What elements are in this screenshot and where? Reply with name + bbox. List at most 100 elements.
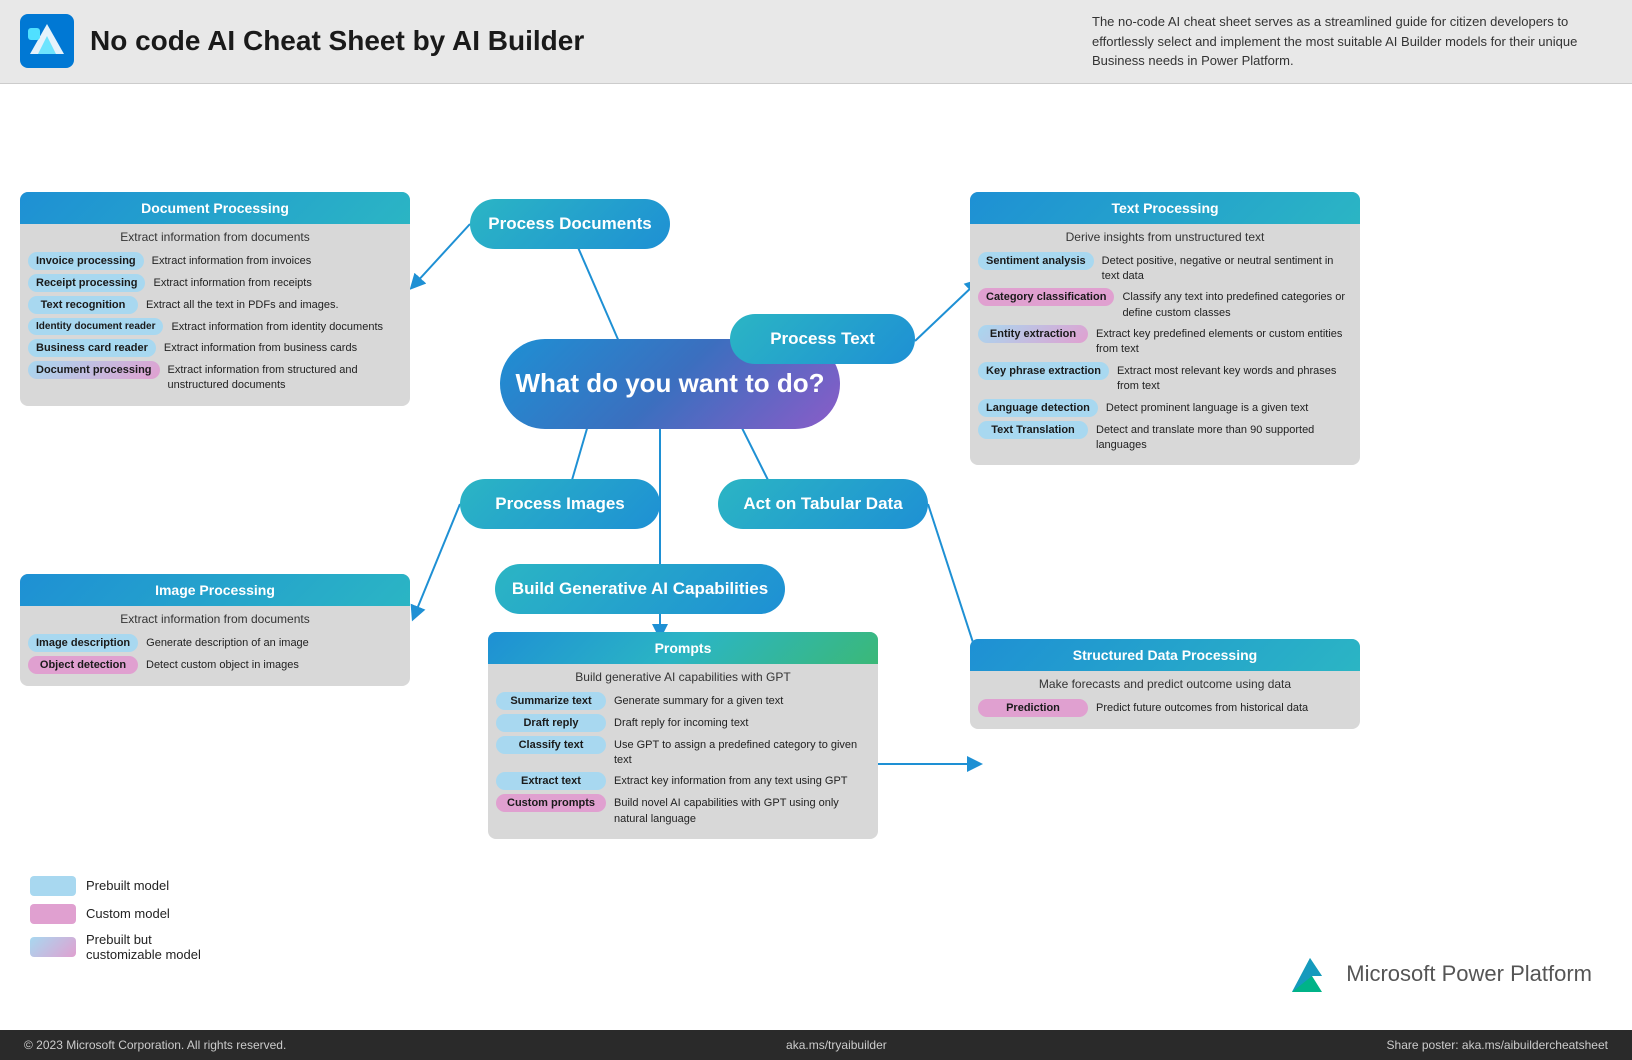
footer: © 2023 Microsoft Corporation. All rights… (0, 1030, 1632, 1060)
footer-link2: Share poster: aka.ms/aibuildercheatsheet (1387, 1038, 1608, 1052)
biz-card-desc: Extract information from business cards (164, 339, 357, 356)
classifytext-tag: Classify text (496, 736, 606, 754)
customizable-label: Prebuilt butcustomizable model (86, 932, 201, 962)
document-processing-panel: Document Processing Extract information … (20, 192, 410, 406)
list-item: Entity extraction Extract key predefined… (978, 325, 1352, 358)
text-panel-title: Text Processing (970, 192, 1360, 224)
texttranslate-desc: Detect and translate more than 90 suppor… (1096, 421, 1352, 454)
list-item: Invoice processing Extract information f… (28, 252, 402, 270)
text-processing-panel: Text Processing Derive insights from uns… (970, 192, 1360, 466)
text-panel-subtitle: Derive insights from unstructured text (970, 224, 1360, 248)
list-item: Key phrase extraction Extract most relev… (978, 362, 1352, 395)
category-tag: Category classification (978, 288, 1114, 306)
obj-detect-desc: Detect custom object in images (146, 656, 299, 673)
structured-panel-title: Structured Data Processing (970, 639, 1360, 671)
obj-detect-tag: Object detection (28, 656, 138, 674)
list-item: Text Translation Detect and translate mo… (978, 421, 1352, 454)
list-item: Image description Generate description o… (28, 634, 402, 652)
summarize-tag: Summarize text (496, 692, 606, 710)
receipt-processing-desc: Extract information from receipts (153, 274, 311, 291)
prompts-panel-rows: Summarize text Generate summary for a gi… (488, 688, 878, 840)
customprompts-desc: Build novel AI capabilities with GPT usi… (614, 794, 870, 827)
build-generative-bubble: Build Generative AI Capabilities (495, 564, 785, 614)
identity-doc-tag: Identity document reader (28, 318, 163, 335)
doc-processing-desc: Extract information from structured and … (168, 361, 402, 394)
text-panel-rows: Sentiment analysis Detect positive, nega… (970, 248, 1360, 466)
list-item: Object detection Detect custom object in… (28, 656, 402, 674)
draftreply-tag: Draft reply (496, 714, 606, 732)
receipt-processing-tag: Receipt processing (28, 274, 145, 292)
prediction-desc: Predict future outcomes from historical … (1096, 699, 1308, 716)
doc-panel-rows: Invoice processing Extract information f… (20, 248, 410, 406)
draftreply-desc: Draft reply for incoming text (614, 714, 749, 731)
structured-data-panel: Structured Data Processing Make forecast… (970, 639, 1360, 729)
list-item: Business card reader Extract information… (28, 339, 402, 357)
img-panel-title: Image Processing (20, 574, 410, 606)
invoice-processing-tag: Invoice processing (28, 252, 144, 270)
header: No code AI Cheat Sheet by AI Builder The… (0, 0, 1632, 84)
custom-swatch (30, 904, 76, 924)
extracttext-tag: Extract text (496, 772, 606, 790)
extracttext-desc: Extract key information from any text us… (614, 772, 848, 789)
image-processing-panel: Image Processing Extract information fro… (20, 574, 410, 686)
list-item: Identity document reader Extract informa… (28, 318, 402, 335)
page-title: No code AI Cheat Sheet by AI Builder (90, 25, 584, 57)
classifytext-desc: Use GPT to assign a predefined category … (614, 736, 870, 769)
legend-prebuilt: Prebuilt model (30, 876, 201, 896)
main-canvas: What do you want to do? Process Document… (0, 84, 1632, 1060)
process-text-bubble: Process Text (730, 314, 915, 364)
legend-customizable: Prebuilt butcustomizable model (30, 932, 201, 962)
category-desc: Classify any text into predefined catego… (1122, 288, 1352, 321)
doc-panel-title: Document Processing (20, 192, 410, 224)
texttranslate-tag: Text Translation (978, 421, 1088, 439)
list-item: Receipt processing Extract information f… (28, 274, 402, 292)
prediction-tag: Prediction (978, 699, 1088, 717)
customprompts-tag: Custom prompts (496, 794, 606, 812)
list-item: Language detection Detect prominent lang… (978, 399, 1352, 417)
doc-panel-subtitle: Extract information from documents (20, 224, 410, 248)
list-item: Prediction Predict future outcomes from … (978, 699, 1352, 717)
langdetect-tag: Language detection (978, 399, 1098, 417)
list-item: Text recognition Extract all the text in… (28, 296, 402, 314)
sentiment-desc: Detect positive, negative or neutral sen… (1102, 252, 1352, 285)
langdetect-desc: Detect prominent language is a given tex… (1106, 399, 1308, 416)
list-item: Summarize text Generate summary for a gi… (496, 692, 870, 710)
customizable-swatch (30, 937, 76, 957)
image-desc-desc: Generate description of an image (146, 634, 309, 651)
ms-platform-label: Microsoft Power Platform (1346, 961, 1592, 987)
keyphrase-desc: Extract most relevant key words and phra… (1117, 362, 1352, 395)
prebuilt-label: Prebuilt model (86, 878, 169, 893)
image-desc-tag: Image description (28, 634, 138, 652)
process-docs-bubble: Process Documents (470, 199, 670, 249)
structured-panel-subtitle: Make forecasts and predict outcome using… (970, 671, 1360, 695)
process-images-bubble: Process Images (460, 479, 660, 529)
img-panel-subtitle: Extract information from documents (20, 606, 410, 630)
prompts-panel-title: Prompts (488, 632, 878, 664)
entity-tag: Entity extraction (978, 325, 1088, 343)
copyright: © 2023 Microsoft Corporation. All rights… (24, 1038, 286, 1052)
structured-panel-rows: Prediction Predict future outcomes from … (970, 695, 1360, 729)
list-item: Draft reply Draft reply for incoming tex… (496, 714, 870, 732)
summarize-desc: Generate summary for a given text (614, 692, 783, 709)
doc-processing-tag: Document processing (28, 361, 160, 379)
list-item: Sentiment analysis Detect positive, nega… (978, 252, 1352, 285)
invoice-processing-desc: Extract information from invoices (152, 252, 312, 269)
prebuilt-swatch (30, 876, 76, 896)
entity-desc: Extract key predefined elements or custo… (1096, 325, 1352, 358)
sentiment-tag: Sentiment analysis (978, 252, 1094, 270)
prompts-panel-subtitle: Build generative AI capabilities with GP… (488, 664, 878, 688)
img-panel-rows: Image description Generate description o… (20, 630, 410, 686)
power-platform-logo (1284, 948, 1336, 1000)
biz-card-tag: Business card reader (28, 339, 156, 357)
list-item: Extract text Extract key information fro… (496, 772, 870, 790)
list-item: Classify text Use GPT to assign a predef… (496, 736, 870, 769)
ms-power-platform-area: Microsoft Power Platform (1284, 948, 1592, 1000)
keyphrase-tag: Key phrase extraction (978, 362, 1109, 380)
footer-link1: aka.ms/tryaibuilder (786, 1038, 887, 1052)
prompts-panel: Prompts Build generative AI capabilities… (488, 632, 878, 840)
text-recognition-tag: Text recognition (28, 296, 138, 314)
list-item: Category classification Classify any tex… (978, 288, 1352, 321)
legend-custom: Custom model (30, 904, 201, 924)
header-description: The no-code AI cheat sheet serves as a s… (1092, 12, 1612, 71)
list-item: Document processing Extract information … (28, 361, 402, 394)
